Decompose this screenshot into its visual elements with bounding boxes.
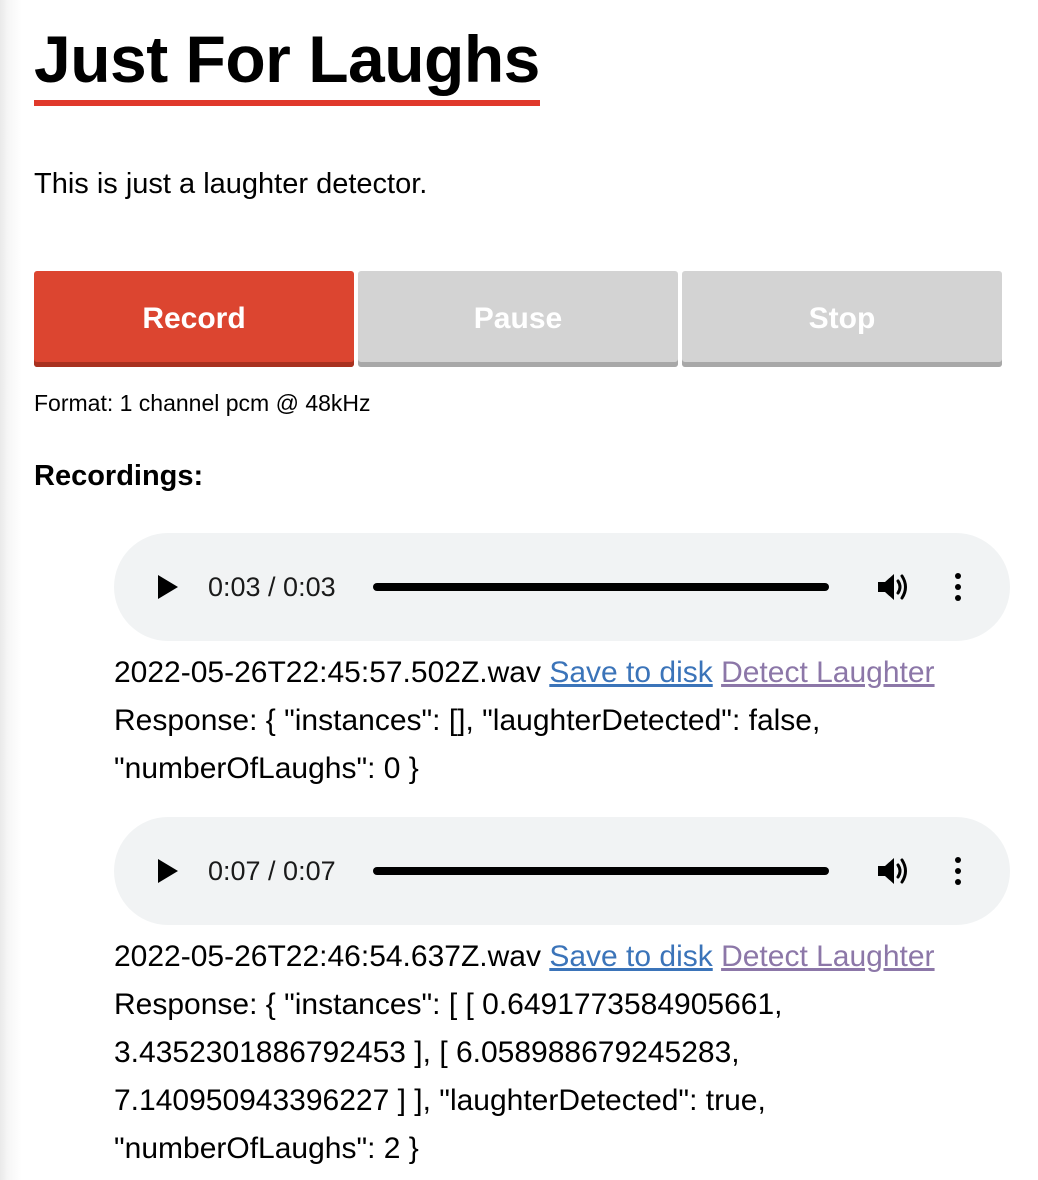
recorder-controls: Record Pause Stop [34, 271, 1002, 367]
audio-player[interactable]: 0:03 / 0:03 [114, 533, 1010, 641]
detection-response: Response: { "instances": [ [ 0.649177358… [114, 988, 783, 1165]
recording-filename: 2022-05-26T22:45:57.502Z.wav [114, 656, 541, 689]
recording-file-line: 2022-05-26T22:46:54.637Z.wav Save to dis… [114, 933, 1014, 981]
record-button[interactable]: Record [34, 271, 354, 367]
detect-laughter-link[interactable]: Detect Laughter [721, 940, 934, 973]
more-vertical-icon[interactable] [946, 571, 970, 603]
pause-button[interactable]: Pause [358, 271, 678, 367]
recording-item: 0:03 / 0:03 2022-05-26T22:45:57.502Z.wav [114, 533, 1014, 793]
page-title: Just For Laughs [34, 22, 540, 106]
more-vertical-icon[interactable] [946, 855, 970, 887]
volume-icon[interactable] [876, 571, 912, 603]
stop-button[interactable]: Stop [682, 271, 1002, 367]
recording-item: 0:07 / 0:07 2022-05-26T22:46:54.637Z.wav [114, 817, 1014, 1173]
save-to-disk-link[interactable]: Save to disk [549, 940, 712, 973]
audio-player[interactable]: 0:07 / 0:07 [114, 817, 1010, 925]
recordings-heading: Recordings: [34, 460, 204, 492]
audio-time: 0:07 / 0:07 [208, 856, 336, 886]
play-icon[interactable] [158, 575, 178, 599]
audio-time: 0:03 / 0:03 [208, 572, 336, 602]
play-icon[interactable] [158, 859, 178, 883]
page: Just For Laughs This is just a laughter … [0, 0, 1038, 1180]
recording-filename: 2022-05-26T22:46:54.637Z.wav [114, 940, 541, 973]
detect-laughter-link[interactable]: Detect Laughter [721, 656, 934, 689]
audio-progress-bar[interactable] [373, 583, 829, 591]
detection-response: Response: { "instances": [], "laughterDe… [114, 704, 821, 785]
audio-progress-bar[interactable] [373, 867, 829, 875]
recording-file-line: 2022-05-26T22:45:57.502Z.wav Save to dis… [114, 649, 1014, 697]
save-to-disk-link[interactable]: Save to disk [549, 656, 712, 689]
format-info: Format: 1 channel pcm @ 48kHz [34, 390, 371, 416]
volume-icon[interactable] [876, 855, 912, 887]
page-description: This is just a laughter detector. [34, 168, 428, 200]
